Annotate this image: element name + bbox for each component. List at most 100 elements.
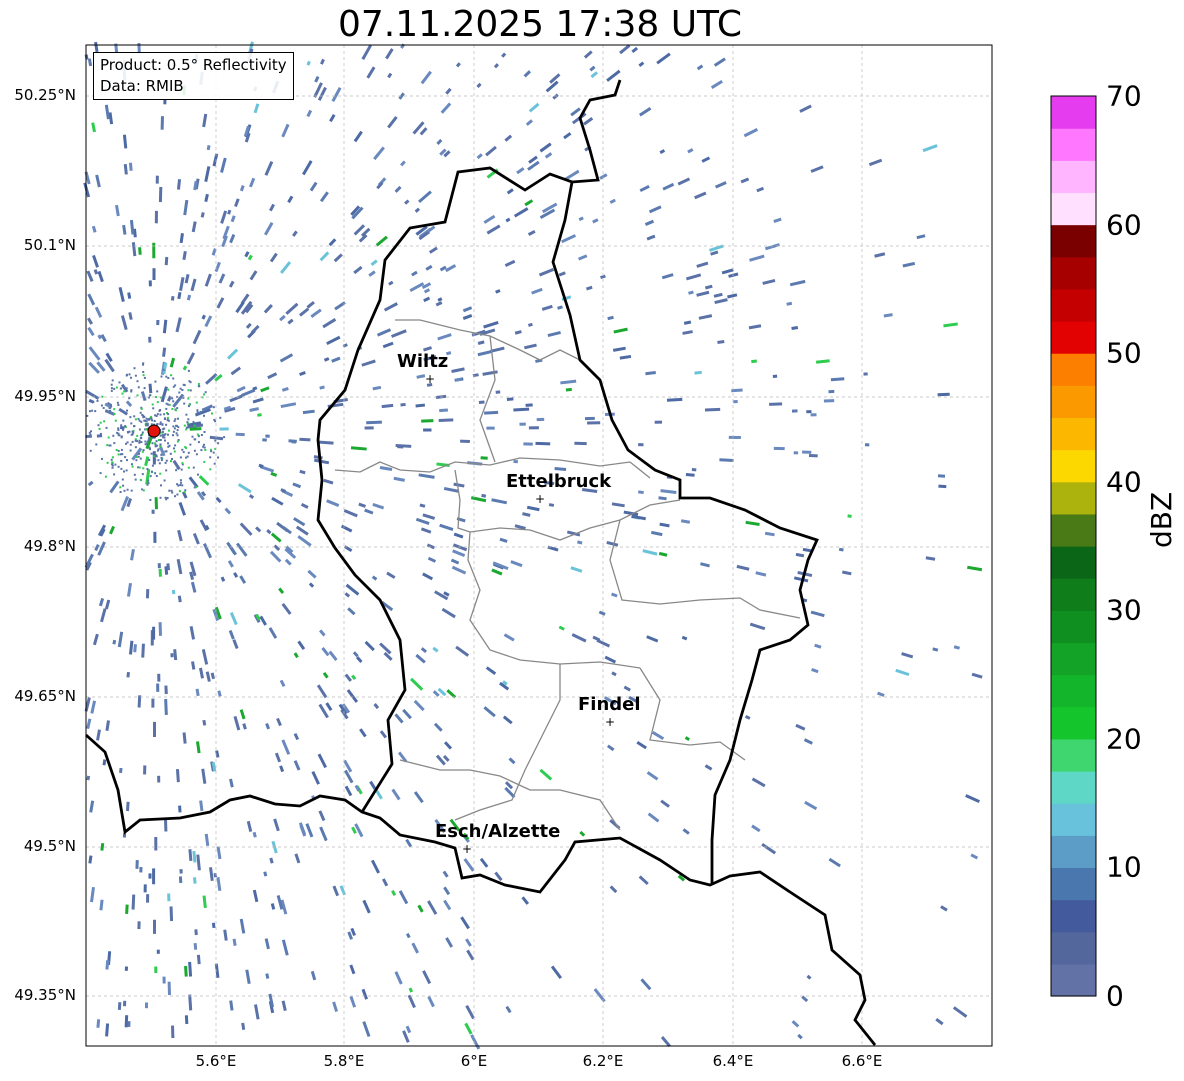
clutter-speckle bbox=[130, 376, 132, 379]
clutter-speckle bbox=[148, 459, 151, 461]
clutter-speckle bbox=[101, 457, 103, 460]
clutter-speckle bbox=[88, 431, 91, 434]
data-source-text: Data: RMIB bbox=[100, 77, 184, 95]
clutter-speckle bbox=[133, 367, 136, 370]
clutter-speckle bbox=[133, 473, 136, 476]
clutter-speckle bbox=[129, 416, 132, 419]
colorbar-tick: 0 bbox=[1106, 979, 1124, 1013]
clutter-speckle bbox=[139, 411, 142, 414]
echo-speckle bbox=[157, 673, 161, 682]
clutter-speckle bbox=[219, 438, 222, 441]
colorbar-segment bbox=[1051, 417, 1096, 451]
clutter-speckle bbox=[140, 420, 143, 423]
clutter-speckle bbox=[144, 398, 147, 401]
clutter-speckle bbox=[148, 418, 151, 420]
clutter-speckle bbox=[185, 456, 187, 459]
clutter-speckle bbox=[128, 397, 131, 400]
echo-speckle bbox=[525, 403, 533, 407]
clutter-speckle bbox=[160, 375, 163, 378]
echo-speckle bbox=[154, 836, 158, 851]
clutter-speckle bbox=[143, 419, 146, 422]
clutter-speckle bbox=[176, 467, 179, 470]
lon-label: 5.8°E bbox=[323, 1052, 365, 1070]
echo-speckle bbox=[769, 402, 783, 406]
clutter-speckle bbox=[134, 478, 137, 481]
clutter-speckle bbox=[210, 450, 213, 453]
clutter-speckle bbox=[197, 383, 200, 385]
clutter-speckle bbox=[169, 452, 172, 455]
clutter-speckle bbox=[165, 459, 168, 462]
clutter-speckle bbox=[187, 418, 190, 421]
clutter-speckle bbox=[147, 479, 150, 482]
colorbar-tick: 60 bbox=[1106, 208, 1142, 242]
clutter-speckle bbox=[146, 422, 149, 425]
clutter-speckle bbox=[183, 491, 186, 494]
clutter-speckle bbox=[167, 433, 169, 436]
radar-site-marker bbox=[147, 424, 161, 438]
clutter-speckle bbox=[111, 456, 114, 459]
echo-speckle bbox=[171, 1025, 175, 1039]
clutter-speckle bbox=[98, 427, 101, 430]
clutter-speckle bbox=[131, 463, 133, 466]
city-label-esch-alzette: Esch/Alzette bbox=[435, 821, 561, 842]
clutter-speckle bbox=[172, 385, 175, 388]
colorbar-segment bbox=[1051, 835, 1096, 869]
clutter-speckle bbox=[152, 455, 155, 458]
echo-speckle bbox=[127, 1021, 131, 1027]
clutter-speckle bbox=[166, 416, 169, 419]
lon-label: 6.2°E bbox=[582, 1052, 624, 1070]
echo-speckle bbox=[152, 268, 156, 280]
clutter-speckle bbox=[86, 414, 89, 417]
echo-speckle bbox=[421, 419, 434, 423]
echo-speckle bbox=[519, 422, 526, 426]
echo-speckle bbox=[163, 99, 167, 105]
clutter-speckle bbox=[142, 374, 145, 377]
clutter-speckle bbox=[170, 489, 173, 492]
echo-speckle bbox=[153, 531, 157, 543]
clutter-speckle bbox=[203, 443, 205, 446]
colorbar-segment bbox=[1051, 160, 1096, 194]
clutter-speckle bbox=[184, 446, 187, 449]
lat-label: 49.5°N bbox=[23, 837, 76, 855]
colorbar bbox=[1051, 96, 1096, 997]
clutter-speckle bbox=[150, 417, 153, 420]
lat-label: 49.8°N bbox=[23, 537, 76, 555]
colorbar-segment bbox=[1051, 803, 1096, 836]
clutter-speckle bbox=[160, 453, 163, 456]
clutter-speckle bbox=[126, 488, 129, 491]
clutter-speckle bbox=[110, 383, 113, 386]
echo-speckle bbox=[154, 210, 158, 224]
clutter-speckle bbox=[189, 389, 192, 392]
clutter-speckle bbox=[97, 424, 100, 427]
clutter-speckle bbox=[89, 410, 91, 413]
lat-label: 49.95°N bbox=[14, 387, 76, 405]
colorbar-segment bbox=[1051, 96, 1096, 129]
echo-speckle bbox=[184, 965, 188, 977]
clutter-speckle bbox=[126, 409, 128, 412]
clutter-speckle bbox=[165, 407, 168, 410]
echo-speckle bbox=[751, 359, 757, 364]
echo-speckle bbox=[574, 441, 587, 446]
clutter-speckle bbox=[145, 428, 148, 431]
clutter-speckle bbox=[112, 434, 115, 437]
clutter-speckle bbox=[192, 421, 195, 424]
echo-speckle bbox=[810, 413, 817, 417]
lon-label: 6.4°E bbox=[712, 1052, 754, 1070]
clutter-speckle bbox=[170, 460, 172, 463]
clutter-speckle bbox=[176, 407, 179, 410]
clutter-speckle bbox=[167, 429, 170, 432]
clutter-speckle bbox=[159, 413, 162, 416]
echo-speckle bbox=[138, 247, 142, 255]
clutter-speckle bbox=[192, 466, 195, 469]
colorbar-segment bbox=[1051, 385, 1096, 419]
echo-speckle bbox=[169, 906, 174, 922]
clutter-speckle bbox=[183, 402, 186, 405]
clutter-speckle bbox=[126, 441, 129, 444]
clutter-speckle bbox=[173, 450, 176, 453]
clutter-speckle bbox=[165, 402, 168, 405]
colorbar-segment bbox=[1051, 963, 1096, 997]
colorbar-segment bbox=[1051, 321, 1096, 354]
colorbar-segment bbox=[1051, 931, 1096, 965]
radar-map: + + + + bbox=[83, 41, 1097, 1050]
clutter-speckle bbox=[174, 495, 176, 498]
